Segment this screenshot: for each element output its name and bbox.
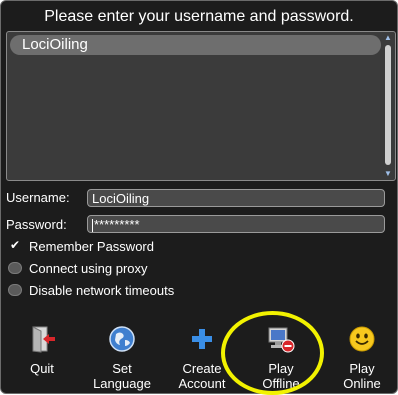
smiley-icon	[349, 326, 375, 352]
set-language-label: Set Language	[93, 361, 151, 391]
text-caret	[92, 219, 93, 233]
timeouts-label: Disable network timeouts	[29, 282, 175, 298]
password-mask: *********	[94, 217, 140, 232]
saved-users-list[interactable]: LociOiling ▲ ▼	[6, 31, 396, 181]
create-account-button[interactable]: Create Account	[170, 321, 234, 393]
checkmark-icon: ✔	[9, 238, 21, 252]
proxy-checkbox[interactable]: Connect using proxy	[8, 260, 148, 276]
username-field[interactable]: LociOiling	[87, 189, 385, 207]
scroll-thumb[interactable]	[385, 45, 391, 165]
login-prompt: Please enter your username and password.	[44, 8, 354, 25]
create-account-label: Create Account	[178, 361, 226, 391]
play-online-label: Play Online	[343, 361, 381, 391]
remember-password-checkbox[interactable]: ✔ Remember Password	[8, 238, 154, 254]
quit-button[interactable]: Quit	[10, 321, 74, 393]
plus-icon	[192, 329, 212, 349]
play-offline-label: Play Offline	[262, 361, 300, 391]
unchecked-box-icon	[8, 284, 22, 296]
list-scrollbar[interactable]: ▲ ▼	[382, 33, 394, 179]
proxy-label: Connect using proxy	[29, 260, 148, 276]
quit-label: Quit	[30, 361, 54, 376]
password-label: Password:	[6, 217, 67, 232]
scroll-down-icon[interactable]: ▼	[382, 169, 394, 179]
exit-door-icon	[32, 326, 55, 353]
username-label: Username:	[6, 190, 70, 205]
set-language-button[interactable]: Set Language	[90, 321, 154, 393]
globe-icon	[109, 326, 135, 352]
scroll-up-icon[interactable]: ▲	[382, 33, 394, 43]
login-dialog: Please enter your username and password.…	[0, 0, 398, 394]
play-offline-button[interactable]: Play Offline	[249, 321, 313, 393]
unchecked-box-icon	[8, 262, 22, 274]
saved-user-item[interactable]: LociOiling	[10, 35, 381, 55]
computer-offline-icon	[268, 327, 295, 353]
password-field[interactable]: *********	[87, 215, 385, 233]
timeouts-checkbox[interactable]: Disable network timeouts	[8, 282, 174, 298]
remember-password-label: Remember Password	[29, 238, 154, 254]
play-online-button[interactable]: Play Online	[330, 321, 394, 393]
